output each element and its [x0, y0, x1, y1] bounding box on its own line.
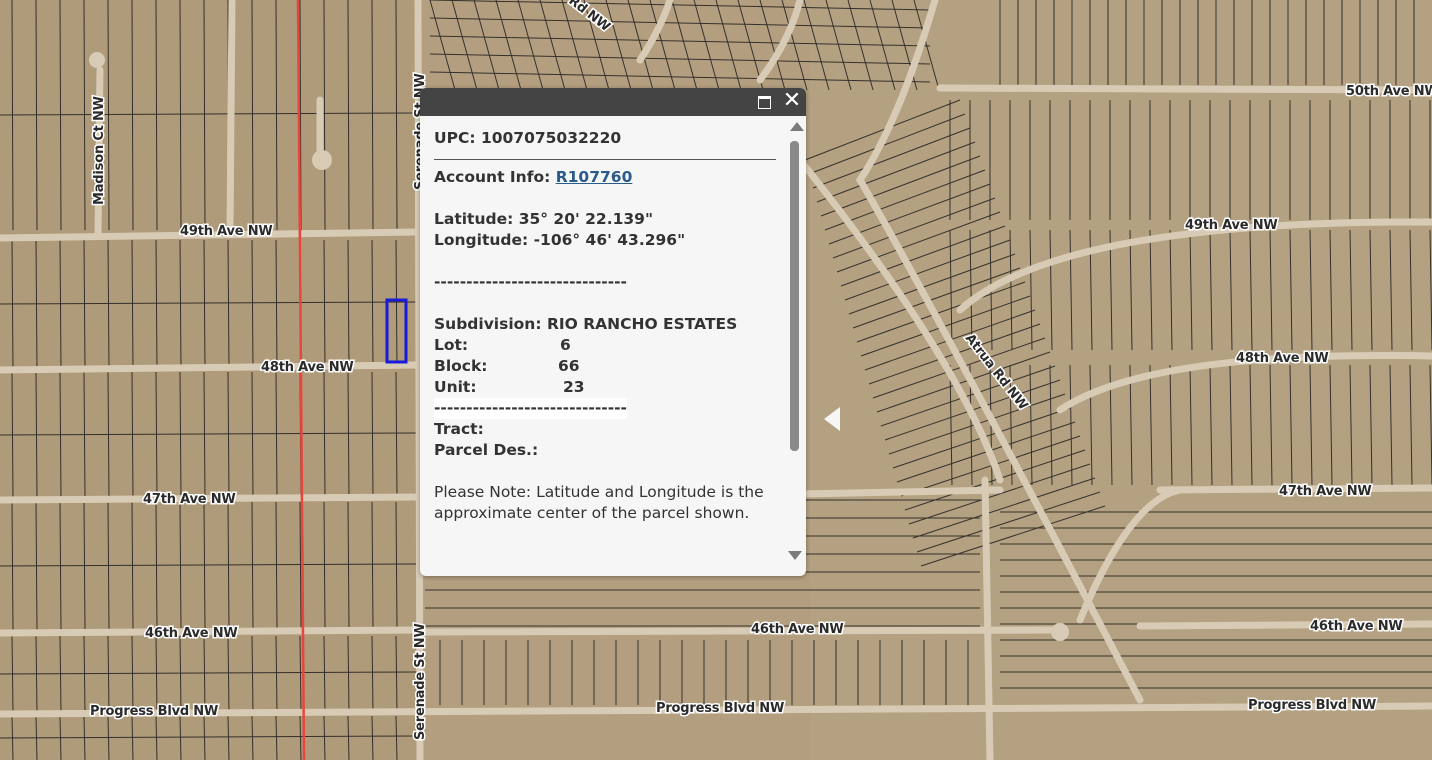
- separator-bottom: ------------------------------: [434, 398, 776, 419]
- popup-pointer: [824, 407, 840, 431]
- note-text: Please Note: Latitude and Longitude is t…: [434, 483, 764, 522]
- tract-row: Tract:: [434, 419, 776, 440]
- road-label-progress-mid: Progress Blvd NW: [656, 701, 784, 716]
- lot-value: 6: [560, 336, 571, 354]
- subdivision-row: Subdivision: RIO RANCHO ESTATES: [434, 314, 776, 335]
- longitude-label: Longitude:: [434, 231, 529, 249]
- road-label-47th-right: 47th Ave NW: [1279, 484, 1372, 499]
- block-row: Block: 66: [434, 356, 776, 377]
- close-icon[interactable]: ✕: [781, 90, 803, 112]
- road-label-46th-mid: 46th Ave NW: [751, 622, 844, 637]
- lot-label: Lot:: [434, 336, 469, 354]
- maximize-icon[interactable]: [757, 94, 772, 109]
- road-label-progress-right: Progress Blvd NW: [1248, 698, 1376, 713]
- tract-label: Tract:: [434, 420, 484, 438]
- scroll-down-arrow[interactable]: [788, 551, 802, 560]
- upc-value: 1007075032220: [480, 129, 622, 147]
- road-label-50th-right: 50th Ave NW: [1346, 84, 1432, 99]
- separator-bottom-text: ------------------------------: [434, 398, 627, 419]
- road-label-progress-left: Progress Blvd NW: [90, 704, 218, 719]
- latitude-value: 35° 20' 22.139": [518, 210, 654, 228]
- latitude-row: Latitude: 35° 20' 22.139": [434, 209, 776, 230]
- account-label: Account Info:: [434, 168, 551, 186]
- road-label-serenade-bottom: Serenade St NW: [413, 623, 428, 740]
- upc-label: UPC:: [434, 129, 476, 147]
- road-label-madison-ct: Madison Ct NW: [92, 96, 107, 205]
- parcel-info-popup: ✕ UPC: 1007075032220 Account Info: R1077…: [420, 88, 840, 576]
- road-label-48th-left: 48th Ave NW: [261, 360, 354, 375]
- road-label-49th-right: 49th Ave NW: [1185, 218, 1278, 233]
- account-link[interactable]: R107760: [556, 168, 633, 186]
- account-row: Account Info: R107760: [434, 167, 776, 188]
- road-label-49th-left: 49th Ave NW: [180, 224, 273, 239]
- subdivision-label: Subdivision:: [434, 315, 542, 333]
- longitude-value: -106° 46' 43.296": [533, 231, 686, 249]
- road-label-48th-right: 48th Ave NW: [1236, 351, 1329, 366]
- scrollbar-thumb[interactable]: [790, 141, 799, 451]
- lot-row: Lot: 6: [434, 335, 776, 356]
- road-label-46th-right: 46th Ave NW: [1310, 619, 1403, 634]
- longitude-row: Longitude: -106° 46' 43.296": [434, 230, 776, 251]
- unit-value: 23: [563, 378, 585, 396]
- divider: [434, 159, 776, 160]
- unit-row: Unit: 23: [434, 377, 776, 398]
- upc-row: UPC: 1007075032220: [434, 128, 776, 149]
- popup-content: UPC: 1007075032220 Account Info: R107760…: [434, 128, 776, 524]
- block-value: 66: [558, 357, 580, 375]
- unit-label: Unit:: [434, 378, 477, 396]
- scroll-up-arrow[interactable]: [790, 122, 804, 131]
- parcel-des-label: Parcel Des.:: [434, 441, 539, 459]
- latitude-label: Latitude:: [434, 210, 514, 228]
- subdivision-value: RIO RANCHO ESTATES: [546, 315, 738, 333]
- popup-header: ✕: [420, 88, 806, 116]
- parcel-des-row: Parcel Des.:: [434, 440, 776, 461]
- block-label: Block:: [434, 357, 488, 375]
- road-label-46th-left: 46th Ave NW: [145, 626, 238, 641]
- separator-top: ------------------------------: [434, 273, 627, 291]
- road-label-47th-left: 47th Ave NW: [143, 492, 236, 507]
